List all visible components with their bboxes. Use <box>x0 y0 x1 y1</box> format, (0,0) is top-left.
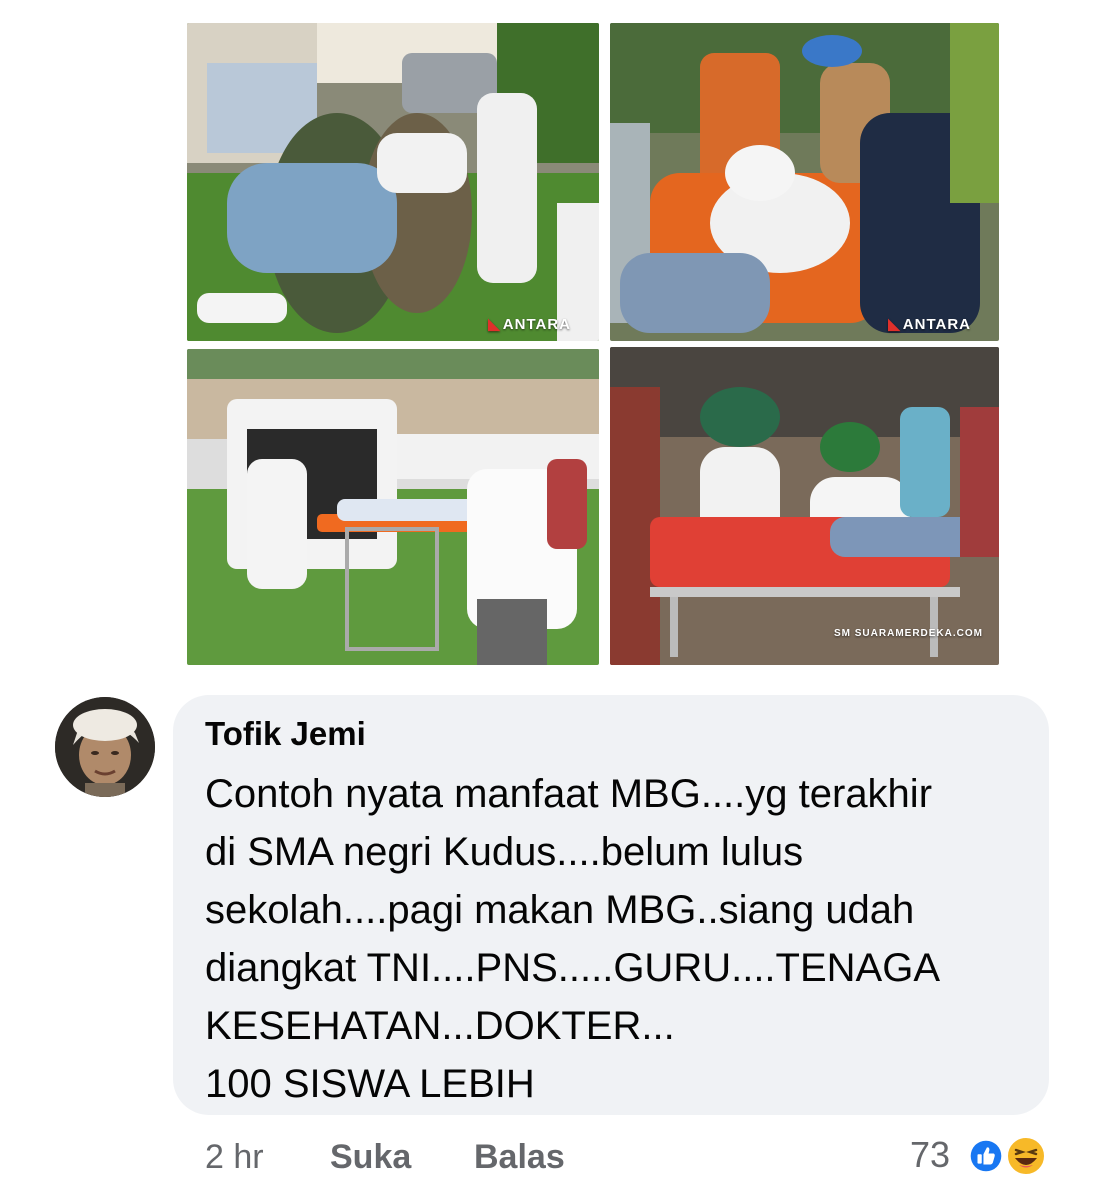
like-button[interactable]: Suka <box>330 1138 411 1182</box>
comment-line: diangkat TNI....PNS.....GURU....TENAGA <box>205 946 941 990</box>
comment-author[interactable]: Tofik Jemi <box>205 715 366 753</box>
comment-line: sekolah....pagi makan MBG..siang udah <box>205 888 915 932</box>
reply-button[interactable]: Balas <box>474 1138 565 1182</box>
haha-icon[interactable] <box>1006 1136 1046 1176</box>
photo-collage[interactable]: ◣ ANTARA ◣ ANTARA SM SUARAMERDEKA.COM <box>0 0 1104 680</box>
photo-students-on-gurney[interactable]: SM SUARAMERDEKA.COM <box>610 347 999 665</box>
comment-timestamp[interactable]: 2 hr <box>205 1138 264 1182</box>
photo-soldier-carrying-student[interactable]: ◣ ANTARA <box>187 23 599 341</box>
avatar[interactable] <box>55 697 155 797</box>
photo-ambulance-loading[interactable] <box>187 349 599 665</box>
comment-line: di SMA negri Kudus....belum lulus <box>205 830 804 874</box>
antara-watermark: ◣ ANTARA <box>488 316 571 333</box>
comment-line: KESEHATAN...DOKTER... <box>205 1004 675 1048</box>
reaction-count[interactable]: 73 <box>910 1134 950 1176</box>
comment-text: Contoh nyata manfaat MBG....yg terakhir … <box>205 765 1035 1113</box>
comment-line: Contoh nyata manfaat MBG....yg terakhir <box>205 772 933 816</box>
comment-line: 100 SISWA LEBIH <box>205 1062 535 1106</box>
comment-bubble: Tofik Jemi Contoh nyata manfaat MBG....y… <box>173 695 1049 1115</box>
suaramerdeka-watermark: SM SUARAMERDEKA.COM <box>833 628 983 639</box>
antara-watermark: ◣ ANTARA <box>888 316 971 333</box>
photo-student-on-stretcher[interactable]: ◣ ANTARA <box>610 23 999 341</box>
like-icon[interactable] <box>966 1136 1006 1176</box>
